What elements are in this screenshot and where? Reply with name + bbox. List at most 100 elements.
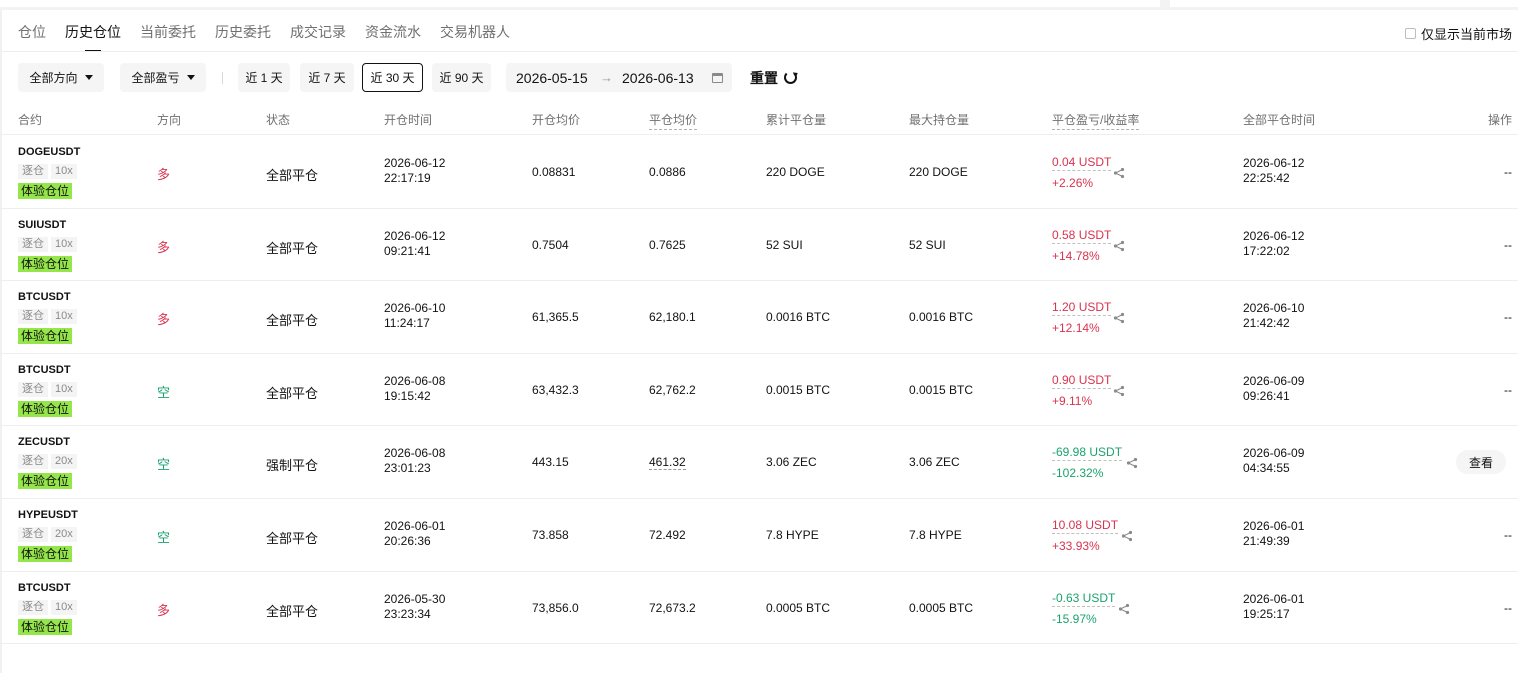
tab-open-orders[interactable]: 当前委托 xyxy=(140,22,196,52)
top-panel-left xyxy=(0,0,1160,7)
range-90d-button[interactable]: 近 90 天 xyxy=(432,63,491,92)
range-7d-button[interactable]: 近 7 天 xyxy=(300,63,354,92)
direction-value: 多 xyxy=(157,239,171,255)
col-open-avg: 开仓均价 xyxy=(532,113,581,127)
only-current-market-toggle[interactable]: 仅显示当前市场 xyxy=(1404,24,1512,43)
share-icon[interactable] xyxy=(1113,167,1125,179)
range-30d-button[interactable]: 近 30 天 xyxy=(362,63,423,92)
top-panel-right xyxy=(1170,0,1518,7)
share-icon[interactable] xyxy=(1113,385,1125,397)
status-value: 全部平仓 xyxy=(266,168,319,183)
col-close-avg[interactable]: 平仓均价 xyxy=(649,111,698,130)
table-row: ZECUSDT 逐仓 20x 体验仓位 空 强制平仓 2026-06-08 23:01:23 4… xyxy=(0,426,1518,499)
open-clock: 22:17:19 xyxy=(384,171,431,185)
close-avg-price: 72,673.2 xyxy=(649,600,696,615)
share-icon[interactable] xyxy=(1113,312,1125,324)
open-time: 2026-06-08 23:01:23 xyxy=(384,446,445,476)
pnl-select-label: 全部盈亏 xyxy=(131,71,180,85)
pnl-rate: +9.11% xyxy=(1052,393,1093,408)
direction-select-label: 全部方向 xyxy=(29,71,78,85)
open-time: 2026-05-30 23:23:34 xyxy=(384,592,445,622)
share-icon[interactable] xyxy=(1121,530,1133,542)
cum-close-qty: 3.06 ZEC xyxy=(766,455,817,470)
arrow-right-icon: → xyxy=(600,70,613,85)
view-button[interactable]: 查看 xyxy=(1456,450,1506,475)
tab-positions[interactable]: 仓位 xyxy=(18,22,46,52)
refresh-icon xyxy=(784,71,797,84)
action-placeholder: -- xyxy=(1504,382,1512,397)
tab-trade-history[interactable]: 成交记录 xyxy=(290,22,346,52)
open-avg-price: 73,856.0 xyxy=(532,600,579,615)
direction-value: 空 xyxy=(157,384,171,400)
close-time: 2026-06-10 21:42:42 xyxy=(1243,301,1304,331)
position-history-table: DOGEUSDT 逐仓 10x 体验仓位多全部平仓 2026-06-12 22:17:19… xyxy=(0,136,1518,645)
open-clock: 20:26:36 xyxy=(384,533,431,548)
close-date: 2026-06-01 xyxy=(1243,591,1305,606)
pnl-amount[interactable]: 1.20 USDT xyxy=(1052,300,1112,317)
pnl-amount[interactable]: 0.90 USDT xyxy=(1052,373,1112,389)
open-time: 2026-06-01 20:26:36 xyxy=(384,519,445,549)
open-clock: 19:15:42 xyxy=(384,388,431,403)
cum-close-qty: 220 DOGE xyxy=(766,165,825,179)
range-1d-button[interactable]: 近 1 天 xyxy=(238,63,290,92)
pnl-amount[interactable]: 0.04 USDT xyxy=(1052,155,1112,171)
symbol-name[interactable]: BTCUSDT xyxy=(18,582,71,594)
trial-position-badge: 体验仓位 xyxy=(18,183,73,199)
max-position-qty: 52 SUI xyxy=(909,237,946,252)
pnl-amount[interactable]: 0.58 USDT xyxy=(1052,228,1112,244)
symbol-name[interactable]: BTCUSDT xyxy=(18,291,71,303)
pnl-amount[interactable]: -69.98 USDT xyxy=(1052,445,1123,462)
table-header: 合约 方向 状态 开仓时间 开仓均价 平仓均价 累计平仓量 最大持仓量 平仓盈亏… xyxy=(0,103,1518,135)
trial-position-badge: 体验仓位 xyxy=(18,400,73,417)
symbol-name[interactable]: ZECUSDT xyxy=(18,436,70,448)
trial-position-badge: 体验仓位 xyxy=(18,545,73,562)
share-icon[interactable] xyxy=(1113,240,1125,252)
date-to[interactable]: 2026-06-13 xyxy=(622,70,712,86)
open-time: 2026-06-08 19:15:42 xyxy=(384,374,445,404)
margin-mode-tag: 逐仓 xyxy=(18,454,48,470)
calendar-icon[interactable] xyxy=(712,72,723,83)
table-row: HYPEUSDT 逐仓 20x 体验仓位空全部平仓 2026-06-01 20:26:36… xyxy=(0,499,1518,572)
reset-button[interactable]: 重置 xyxy=(750,63,797,92)
table-row: SUIUSDT 逐仓 10x 体验仓位多全部平仓 2026-06-12 09:21:41 0… xyxy=(0,209,1518,282)
share-icon[interactable] xyxy=(1118,603,1130,615)
position-tags: 逐仓 20x xyxy=(18,526,80,542)
symbol-name[interactable]: SUIUSDT xyxy=(18,219,66,231)
tab-trading-bots[interactable]: 交易机器人 xyxy=(440,22,510,52)
reset-label: 重置 xyxy=(750,69,778,86)
col-pnl[interactable]: 平仓盈亏/收益率 xyxy=(1052,111,1140,130)
open-clock: 23:23:34 xyxy=(384,606,431,621)
checkbox-icon[interactable] xyxy=(1404,28,1416,39)
trial-position-badge: 体验仓位 xyxy=(18,618,73,635)
caret-down-icon xyxy=(84,75,93,80)
col-close-time: 全部平仓时间 xyxy=(1243,113,1316,127)
leverage-tag: 20x xyxy=(51,526,77,542)
close-date: 2026-06-12 xyxy=(1243,156,1305,170)
symbol-name[interactable]: BTCUSDT xyxy=(18,364,71,376)
symbol-name[interactable]: HYPEUSDT xyxy=(18,509,78,521)
direction-value: 多 xyxy=(157,602,171,618)
pnl-rate: -102.32% xyxy=(1052,466,1104,481)
position-tags: 逐仓 10x xyxy=(18,381,80,397)
close-avg-price: 62,762.2 xyxy=(649,382,696,397)
pnl-cell: 0.90 USDT +9.11% xyxy=(1052,373,1112,408)
tab-order-history[interactable]: 历史委托 xyxy=(215,22,271,52)
pnl-rate: -15.97% xyxy=(1052,611,1097,626)
position-tags: 逐仓 20x xyxy=(18,454,80,470)
date-from[interactable]: 2026-05-15 xyxy=(516,70,600,86)
position-tags: 逐仓 10x xyxy=(18,309,80,325)
open-date: 2026-06-12 xyxy=(384,156,446,170)
date-range-picker[interactable]: 2026-05-15 → 2026-06-13 xyxy=(506,63,732,92)
direction-value: 空 xyxy=(157,529,171,545)
col-action: 操作 xyxy=(1487,113,1512,127)
action-placeholder: -- xyxy=(1504,527,1512,542)
pnl-amount[interactable]: 10.08 USDT xyxy=(1052,518,1119,534)
tab-position-history[interactable]: 历史仓位 xyxy=(65,22,121,52)
symbol-name[interactable]: DOGEUSDT xyxy=(18,146,80,158)
pnl-amount[interactable]: -0.63 USDT xyxy=(1052,591,1116,607)
tab-fund-flow[interactable]: 资金流水 xyxy=(365,22,421,52)
open-date: 2026-06-08 xyxy=(384,373,446,388)
direction-select[interactable]: 全部方向 xyxy=(18,63,104,92)
share-icon[interactable] xyxy=(1126,457,1138,469)
pnl-select[interactable]: 全部盈亏 xyxy=(120,63,206,92)
